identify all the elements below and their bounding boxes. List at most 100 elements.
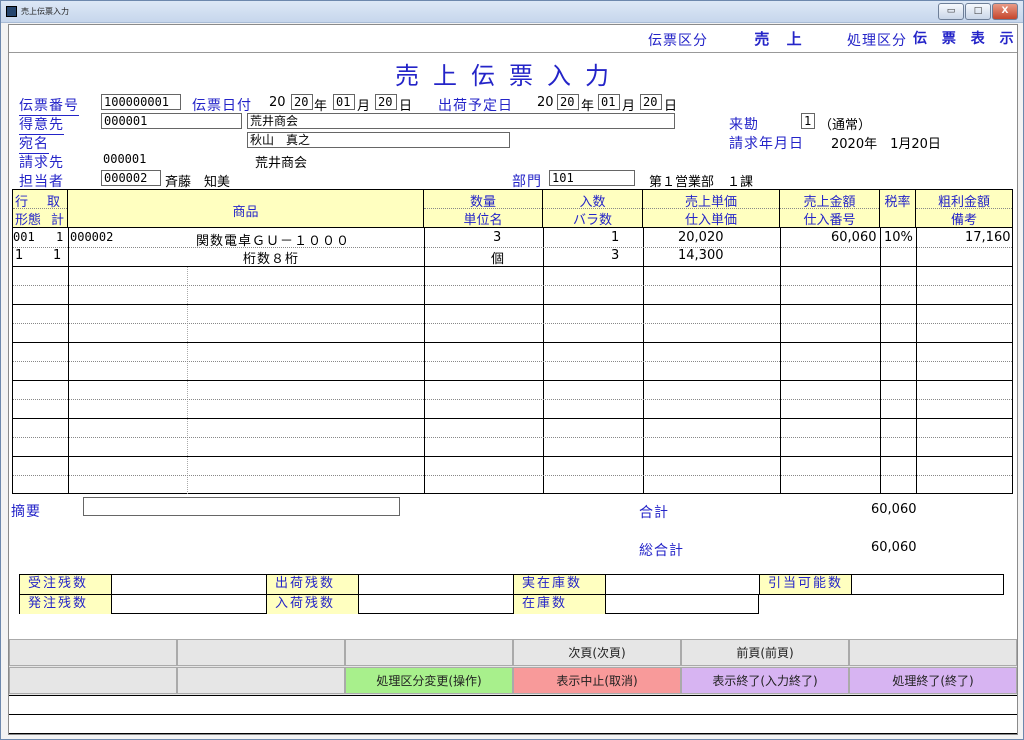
- visit-field[interactable]: 1: [801, 113, 815, 129]
- ship-date-month-field[interactable]: 01: [598, 94, 620, 110]
- total-value: 60,060: [871, 540, 917, 555]
- header-item: 商品: [68, 190, 424, 228]
- order-remaining-value: [112, 575, 267, 594]
- year-unit: 年: [314, 99, 328, 114]
- addressee-field[interactable]: 秋山 真之: [247, 132, 510, 148]
- change-process-button[interactable]: 処理区分変更(操作): [345, 667, 513, 694]
- row1-description[interactable]: 桁数８桁: [243, 248, 299, 267]
- stock-value: [606, 595, 758, 613]
- header-tax: 税率: [880, 190, 916, 228]
- billing-date-value: 2020年 1月20日: [831, 137, 941, 152]
- row1-loose[interactable]: 3: [611, 248, 619, 263]
- row1-per[interactable]: 1: [611, 230, 619, 245]
- dept-name: 第１営業部 １課: [649, 175, 754, 190]
- header-price-cost: 売上単価 仕入単価: [643, 190, 780, 228]
- row1-unit[interactable]: 個: [491, 248, 504, 267]
- row1-profit[interactable]: 17,160: [965, 230, 1011, 245]
- fkey-2[interactable]: [177, 639, 345, 666]
- line-items-grid: 行 取 形態 計 商品 数量 単位名 入数 バラ数 売上単価 仕入単価 売上金額…: [12, 189, 1013, 494]
- function-key-area: 次頁(次頁) 前頁(前頁) 処理区分変更(操作) 表示中止(取消) 表示終了(入…: [9, 639, 1017, 695]
- row1-price[interactable]: 20,020: [678, 230, 724, 245]
- staff-name: 斉藤 知美: [165, 175, 231, 190]
- ship-remaining-value: [359, 575, 514, 594]
- header-profit-note: 粗利金額 備考: [916, 190, 1012, 228]
- fkey-6[interactable]: [849, 639, 1017, 666]
- receive-remaining-label: 入荷残数: [267, 595, 359, 614]
- process-value: 伝 票 表 示: [913, 27, 1017, 51]
- row1-line-no[interactable]: 001: [13, 230, 35, 244]
- memo-field[interactable]: [83, 497, 400, 516]
- status-line-2: [9, 715, 1017, 734]
- prev-page-button[interactable]: 前頁(前頁): [681, 639, 849, 666]
- staff-code-field[interactable]: 000002: [101, 170, 161, 186]
- quit-process-button[interactable]: 処理終了(終了): [849, 667, 1017, 694]
- ship-day-unit: 日: [664, 99, 678, 114]
- customer-name-field[interactable]: 荒井商会: [247, 113, 675, 129]
- slip-date-year-field[interactable]: 20: [291, 94, 313, 110]
- day-unit: 日: [399, 99, 413, 114]
- minimize-button[interactable]: ▭: [938, 3, 964, 20]
- status-line-1: [9, 695, 1017, 715]
- row1-item-code[interactable]: 000002: [70, 230, 113, 244]
- row1-amount[interactable]: 60,060: [831, 230, 877, 245]
- subtotal-value: 60,060: [871, 502, 917, 517]
- allocatable-label: 引当可能数: [760, 575, 852, 594]
- header-row-kind: 行 取 形態 計: [13, 190, 68, 228]
- order-remaining-label: 受注残数: [20, 575, 112, 594]
- cancel-display-button[interactable]: 表示中止(取消): [513, 667, 681, 694]
- fkey-7[interactable]: [9, 667, 177, 694]
- slip-date-month-field[interactable]: 01: [333, 94, 355, 110]
- ship-remaining-label: 出荷残数: [267, 575, 359, 594]
- customer-code-field[interactable]: 000001: [101, 113, 242, 129]
- month-unit: 月: [357, 99, 371, 114]
- ship-date-day-field[interactable]: 20: [640, 94, 662, 110]
- window-title: 売上伝票入力: [21, 7, 69, 16]
- fkey-1[interactable]: [9, 639, 177, 666]
- row1-item-name[interactable]: 関数電卓ＧＵ－１０００: [196, 230, 350, 249]
- addressee-label: 宛名: [19, 133, 49, 154]
- row1-calc[interactable]: 1: [53, 248, 61, 263]
- real-stock-label: 実在庫数: [514, 575, 606, 594]
- fkey-3[interactable]: [345, 639, 513, 666]
- billing-date-label: 請求年月日: [729, 136, 804, 152]
- fkey-8[interactable]: [177, 667, 345, 694]
- po-remaining-label: 発注残数: [20, 595, 112, 614]
- allocatable-value: [852, 575, 1003, 594]
- stock-row-2: 発注残数 入荷残数 在庫数: [19, 594, 759, 614]
- ship-date-century: 20: [537, 95, 554, 110]
- close-button[interactable]: X: [992, 3, 1018, 20]
- slip-date-century: 20: [269, 95, 286, 110]
- ship-date-label: 出荷予定日: [438, 98, 513, 114]
- row1-tax[interactable]: 10%: [884, 230, 913, 245]
- real-stock-value: [606, 575, 760, 594]
- customer-label: 得意先: [19, 114, 64, 135]
- main-window: 売上伝票入力 ▭ □ X 伝票区分 売 上 処理区分 伝 票 表 示 売上伝票入…: [0, 0, 1024, 740]
- stock-label: 在庫数: [514, 595, 606, 614]
- ship-date-year-field[interactable]: 20: [557, 94, 579, 110]
- dept-code-field[interactable]: 101: [549, 170, 635, 186]
- header-qty-unit: 数量 単位名: [424, 190, 543, 228]
- subtotal-label: 合計: [639, 505, 669, 521]
- slip-no-field[interactable]: 100000001: [101, 94, 181, 110]
- slip-date-day-field[interactable]: 20: [375, 94, 397, 110]
- visit-label: 来勘: [729, 117, 759, 133]
- maximize-button[interactable]: □: [965, 3, 991, 20]
- divider: [9, 52, 1017, 53]
- billto-name: 荒井商会: [255, 156, 308, 171]
- header-per-loose: 入数 バラ数: [543, 190, 643, 228]
- next-page-button[interactable]: 次頁(次頁): [513, 639, 681, 666]
- end-input-button[interactable]: 表示終了(入力終了): [681, 667, 849, 694]
- row1-kind[interactable]: 1: [56, 230, 63, 244]
- header-amount-po: 売上金額 仕入番号: [780, 190, 880, 228]
- ship-month-unit: 月: [622, 99, 636, 114]
- row1-qty[interactable]: 3: [493, 230, 501, 245]
- slip-type-value: 売 上: [719, 27, 843, 51]
- title-bar: 売上伝票入力 ▭ □ X: [1, 1, 1023, 23]
- row1-form[interactable]: 1: [15, 248, 23, 263]
- billto-label: 請求先: [19, 155, 64, 171]
- form-area: 伝票区分 売 上 処理区分 伝 票 表 示 売上伝票入力 伝票番号 100000…: [8, 24, 1018, 735]
- receive-remaining-value: [359, 595, 514, 613]
- app-icon: [6, 6, 17, 17]
- memo-label: 摘要: [11, 504, 41, 520]
- row1-cost[interactable]: 14,300: [678, 248, 724, 263]
